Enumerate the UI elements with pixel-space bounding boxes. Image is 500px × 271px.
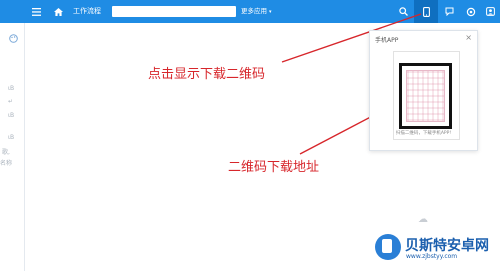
close-icon[interactable]: ×: [465, 33, 472, 42]
watermark: 贝斯特安卓网 www.zjbstyy.com: [375, 231, 500, 271]
cloud-icon: ☁: [418, 214, 428, 225]
watermark-url: www.zjbstyy.com: [406, 253, 458, 260]
watermark-logo-icon: [375, 234, 401, 260]
popup-title: 手机APP: [375, 37, 399, 44]
annotation-qr-download: 二维码下载地址: [228, 160, 320, 175]
annotation-click-show-qr: 点击显示下载二维码: [148, 67, 266, 82]
mobile-app-popup: 手机APP × 扫描二维码，下载手机APP!: [369, 30, 478, 151]
qr-code-image: [399, 63, 452, 129]
app-window: 工作流程 更多应用 ▾ ιB ↵ ιB ιB 歌, 名称 点击显示下载二维码 二…: [0, 0, 500, 271]
watermark-brand: 贝斯特安卓网: [405, 238, 489, 254]
qr-code-pattern: [406, 70, 445, 122]
popup-hint: 扫描二维码，下载手机APP!: [395, 131, 452, 136]
